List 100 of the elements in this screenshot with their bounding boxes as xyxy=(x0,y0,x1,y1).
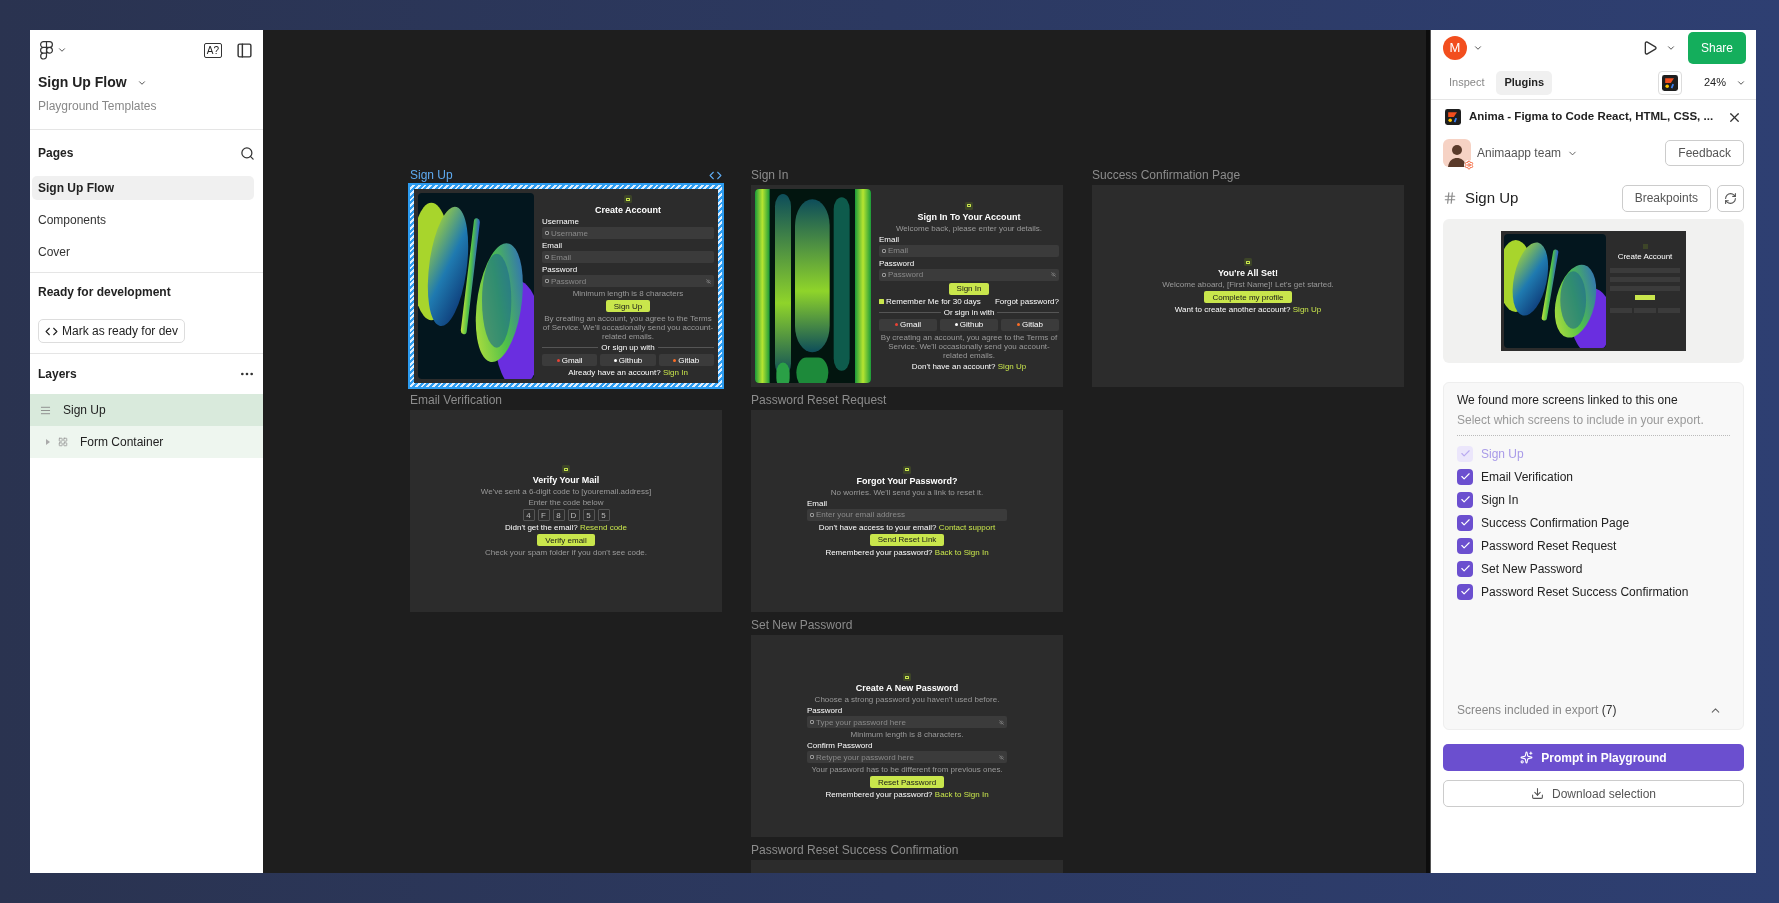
frame-link[interactable]: Back to Sign In xyxy=(934,547,989,557)
social-button[interactable]: Github xyxy=(940,318,998,331)
frame-button[interactable]: Sign In xyxy=(948,282,990,295)
frame-link[interactable]: Forgot password? xyxy=(994,296,1059,306)
frame-link[interactable]: Resend code xyxy=(579,523,628,532)
code-digit[interactable]: 4 xyxy=(522,509,535,521)
breakpoints-button[interactable]: Breakpoints xyxy=(1621,184,1711,212)
frame-label[interactable]: Sign Up xyxy=(410,166,453,184)
social-button[interactable]: Gitlab xyxy=(658,354,714,366)
download-button[interactable]: Download selection xyxy=(1443,780,1744,807)
design-frame[interactable]: You're All Set! Welcome aboard, [First Name]! Let's get started. Complete my profile Want to create another account? Sign Up xyxy=(1092,185,1404,387)
design-frame[interactable] xyxy=(751,410,1063,612)
checkbox[interactable] xyxy=(1457,514,1473,531)
code-digit[interactable]: 5 xyxy=(582,509,595,521)
frame-heading: You're All Set! xyxy=(1217,268,1279,278)
frame-label[interactable]: Set New Password xyxy=(751,616,853,634)
frame-note: Minimum length is 8 characters. xyxy=(850,730,964,739)
checkbox[interactable] xyxy=(879,298,884,304)
field-label: Email xyxy=(807,498,828,508)
frame-prompt: Don't have an account? Sign Up xyxy=(911,361,1027,371)
panel-toggle-icon[interactable] xyxy=(236,41,253,59)
frame-link[interactable]: Contact support xyxy=(938,522,996,532)
social-button[interactable]: Gmail xyxy=(542,354,598,366)
mark-ready-button[interactable]: Mark as ready for dev xyxy=(38,319,186,343)
social-button[interactable]: Github xyxy=(600,354,656,366)
file-title[interactable]: Sign Up Flow xyxy=(38,72,127,93)
checkbox[interactable] xyxy=(1457,491,1473,508)
plugin-button[interactable] xyxy=(1657,70,1682,95)
frame-label[interactable]: Success Confirmation Page xyxy=(1092,166,1241,184)
figma-logo-icon xyxy=(40,40,53,60)
canvas[interactable] xyxy=(263,30,1430,873)
layer-row[interactable]: Form Container xyxy=(30,426,263,458)
frame-note: Minimum length is 8 characters xyxy=(572,289,684,298)
grid-layer-icon xyxy=(58,437,68,447)
code-digit[interactable]: 8 xyxy=(552,509,565,521)
design-frame[interactable] xyxy=(751,185,1063,387)
field-label: Confirm Password xyxy=(807,741,874,750)
checkbox[interactable] xyxy=(1457,583,1473,600)
badge-icon xyxy=(965,201,973,210)
frame-button[interactable]: Complete my profile xyxy=(1204,291,1292,303)
social-button[interactable]: Gmail xyxy=(879,318,937,331)
frame-subtitle: Welcome aboard, [First Name]! Let's get started. xyxy=(1162,280,1334,289)
feedback-button[interactable]: Feedback xyxy=(1665,140,1744,166)
layer-row[interactable]: Sign Up xyxy=(30,394,263,426)
refresh-button[interactable] xyxy=(1717,184,1744,212)
field-label: Email xyxy=(879,234,900,244)
design-frame[interactable]: Verify Your Mail We've sent a 6-digit code to [youremail.address] Enter the code below 4 F 8 D 5 5 Didn't get the email? Resend code Verify email Check your spam folder if you don't see code. xyxy=(410,410,722,612)
checkbox[interactable] xyxy=(1457,468,1473,485)
refresh-icon xyxy=(1724,191,1737,205)
user-avatar[interactable]: M xyxy=(1443,36,1467,60)
checkbox[interactable] xyxy=(1457,537,1473,554)
frame-label[interactable]: Password Reset Success Confirmation xyxy=(751,841,959,859)
frame-button[interactable]: Sign Up xyxy=(605,300,651,312)
frame-link[interactable]: Sign In xyxy=(662,368,688,377)
frame-label[interactable]: Sign In xyxy=(751,166,789,184)
frame-button[interactable]: Send Reset Link xyxy=(869,533,945,546)
checkbox-label: Password Reset Request xyxy=(1481,537,1617,555)
page-item[interactable]: Sign Up Flow xyxy=(32,176,254,200)
zoom-level[interactable]: 24% xyxy=(1703,74,1726,91)
design-frame[interactable] xyxy=(414,189,718,383)
frame-note: By creating an account, you agree to the Terms of Service. We'll occasionally send you account-related emails. xyxy=(879,332,1059,360)
prompt-button[interactable]: Prompt in Playground xyxy=(1443,744,1744,771)
team-name[interactable]: Animaapp team xyxy=(1477,144,1562,162)
search-icon[interactable] xyxy=(240,145,255,161)
frame-subtitle: Choose a strong password you haven't used before. xyxy=(814,695,1000,704)
frame-link[interactable]: Back to Sign In xyxy=(934,790,989,799)
check-icon xyxy=(1459,494,1471,505)
frame-icon xyxy=(1443,191,1457,205)
placeholder-text: Retype your password here xyxy=(816,752,915,762)
design-frame[interactable] xyxy=(751,635,1063,837)
frame-note: By creating an account, you agree to the Terms of Service. We'll occasionally send you account-related emails. xyxy=(542,314,714,341)
team-name: Playground Templates xyxy=(38,98,158,115)
anima-logo-icon xyxy=(1445,109,1461,125)
page-item[interactable]: Components xyxy=(32,208,254,232)
preview-heading: Create Account xyxy=(1617,252,1673,261)
frame-note: Check your spam folder if you don't see code. xyxy=(484,548,648,557)
font-check-button[interactable]: A? xyxy=(203,42,222,58)
code-digit[interactable]: 5 xyxy=(597,509,610,521)
frame-link[interactable]: Sign Up xyxy=(997,361,1027,371)
panel-tab[interactable]: Inspect xyxy=(1441,70,1493,95)
social-button[interactable]: Gitlab xyxy=(1001,318,1059,331)
code-digit[interactable]: F xyxy=(537,509,550,521)
field-icon xyxy=(545,279,549,283)
field-label: Password xyxy=(807,706,844,715)
checkbox[interactable] xyxy=(1457,560,1473,577)
placeholder-text: Email xyxy=(551,252,572,262)
frame-button[interactable]: Reset Password xyxy=(869,776,945,788)
plugin-title: Anima - Figma to Code React, HTML, CSS, ... xyxy=(1469,109,1714,125)
frame-button[interactable]: Verify email xyxy=(537,534,595,546)
frame-label[interactable]: Password Reset Request xyxy=(751,391,887,409)
panel-tab[interactable]: Plugins xyxy=(1496,70,1553,95)
frame-prompt: Already have an account? Sign In xyxy=(568,368,688,377)
frame-note: Enter the code below xyxy=(528,498,604,507)
field-icon xyxy=(882,272,886,277)
checkbox-label: Sign In xyxy=(1481,491,1519,509)
frame-link[interactable]: Sign Up xyxy=(1292,305,1322,314)
code-digit[interactable]: D xyxy=(567,509,580,521)
page-item[interactable]: Cover xyxy=(32,240,254,264)
download-icon xyxy=(1530,787,1544,800)
frame-label[interactable]: Email Verification xyxy=(410,391,503,409)
